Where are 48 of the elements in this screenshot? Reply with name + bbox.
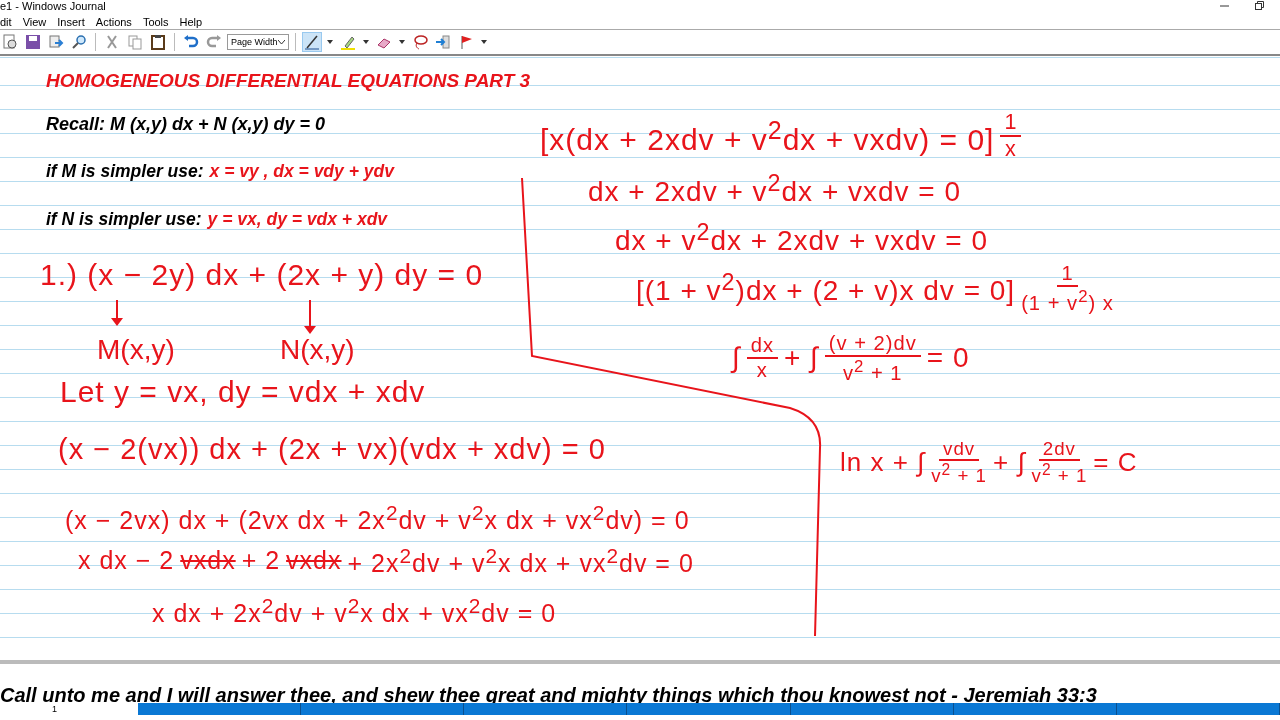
save-icon [25,34,41,50]
window-title: e1 - Windows Journal [0,0,106,12]
handwritten-equation: ln x + ∫ vdv v$^{2}$ + 1 + ∫ 2dv v$^{2}$ + 1 = C [840,437,1138,488]
chevron-down-icon [278,39,285,45]
lasso-icon [412,34,428,50]
down-arrow [111,299,123,326]
redo-icon [206,34,222,50]
handwritten-equation: x dx + 2x$^{2}$dv + v$^{2}$x dx + vx$^{2}$dv = 0 [152,593,557,628]
handwritten-equation: dx + v$^{2}$dx + 2xdv + vxdv = 0 [615,218,989,257]
insert-space-icon [435,34,451,50]
handwritten-equation: Let y = vx, dy = vdx + xdv [60,375,426,410]
handwritten-equation: (x − 2(vx)) dx + (2x + vx)(vdx + xdv) = 0 [58,433,606,466]
handwritten-equation: x dx − 2 vxdx + 2 vxdx + 2x$^{2}$dv + v$^{2}$x dx + vx$^{2}$dv = 0 [78,543,694,578]
new-page-button[interactable] [0,32,20,52]
undo-icon [183,34,199,50]
page-number: 1 [52,704,57,714]
handwritten-equation: dx + 2xdv + v$^{2}$dx + vxdv = 0 [588,169,962,208]
handwritten-equation: (x − 2vx) dx + (2vx dx + 2x$^{2}$dv + v$^{2}$x dx + vx$^{2}$dv) = 0 [65,500,690,535]
insert-space-tool[interactable] [433,32,453,52]
restore-icon [1255,0,1264,10]
menu-item[interactable]: Actions [95,15,132,28]
menu-item[interactable]: Help [179,15,203,28]
send-icon [48,34,64,50]
menu-item[interactable]: dit [0,15,12,28]
handwritten-label: M(x,y) [97,334,175,366]
page-heading: HOMOGENEOUS DIFFERENTIAL EQUATIONS PART 3 [46,70,531,92]
menu-item[interactable]: View [22,15,47,28]
find-icon [71,34,87,50]
rule-condition: if N is simpler use: [46,209,202,231]
cut-icon [104,34,120,50]
menu-item[interactable]: Insert [57,15,85,28]
menu-item[interactable]: Tools [142,15,169,28]
recall-text: Recall: M (x,y) dx + N (x,y) dy = 0 [46,114,326,135]
flag-icon [458,34,474,50]
highlighter-icon [340,34,356,50]
substitution-formula: x = vy , dx = vdy + ydv [209,161,394,183]
pen-tool[interactable] [302,32,322,52]
substitution-formula: y = vx, dy = vdx + xdv [207,209,388,231]
rule-condition: if M is simpler use: [46,161,204,183]
copy-icon [127,34,143,50]
handwritten-equation: 1.) (x − 2y) dx + (2x + y) dy = 0 [40,258,484,293]
save-button[interactable] [23,32,43,52]
handwritten-label: N(x,y) [280,334,355,366]
pen-icon [304,34,320,50]
paste-icon [150,34,166,50]
down-arrow [304,299,316,334]
paste-button[interactable] [148,32,168,52]
zoom-dropdown[interactable]: Page Width [227,34,289,50]
